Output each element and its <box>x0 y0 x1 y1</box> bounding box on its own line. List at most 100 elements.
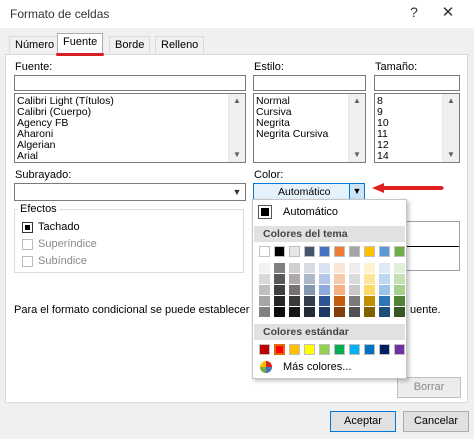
theme-shade-swatch[interactable] <box>319 274 330 284</box>
tab-fuente[interactable]: Fuente <box>57 33 104 55</box>
scroll-down-icon[interactable]: ▼ <box>443 148 459 162</box>
cancel-button[interactable]: Cancelar <box>403 411 469 432</box>
theme-shade-swatch[interactable] <box>274 285 285 295</box>
theme-shade-swatch[interactable] <box>364 285 375 295</box>
color-select[interactable]: Automático ▼ <box>253 183 365 200</box>
scroll-down-icon[interactable]: ▼ <box>229 148 245 162</box>
theme-shade-swatch[interactable] <box>259 307 270 317</box>
theme-shade-swatch[interactable] <box>289 274 300 284</box>
standard-color-swatch[interactable] <box>379 344 390 355</box>
standard-color-swatch[interactable] <box>289 344 300 355</box>
size-list-scrollbar[interactable]: ▲ ▼ <box>442 94 459 162</box>
theme-shade-swatch[interactable] <box>394 285 405 295</box>
style-list-scrollbar[interactable]: ▲ ▼ <box>348 94 365 162</box>
scroll-up-icon[interactable]: ▲ <box>349 94 365 108</box>
superscript-checkbox[interactable] <box>22 239 33 250</box>
more-colors-link[interactable]: Más colores... <box>283 361 351 373</box>
theme-shade-swatch[interactable] <box>364 307 375 317</box>
theme-shade-swatch[interactable] <box>334 285 345 295</box>
chevron-down-icon[interactable]: ▼ <box>349 184 364 199</box>
theme-shade-swatch[interactable] <box>319 285 330 295</box>
scroll-up-icon[interactable]: ▲ <box>229 94 245 108</box>
theme-color-swatch[interactable] <box>319 246 330 257</box>
list-item[interactable]: Algerian <box>15 140 245 151</box>
list-item[interactable]: Arial <box>15 151 245 162</box>
theme-color-swatch[interactable] <box>394 246 405 257</box>
theme-color-swatch[interactable] <box>364 246 375 257</box>
theme-color-swatch[interactable] <box>274 246 285 257</box>
theme-shade-swatch[interactable] <box>394 274 405 284</box>
theme-shade-swatch[interactable] <box>304 263 315 273</box>
underline-select[interactable]: ▼ <box>14 183 246 201</box>
tab-numero[interactable]: Número <box>9 36 61 53</box>
theme-shade-swatch[interactable] <box>334 296 345 306</box>
theme-shade-swatch[interactable] <box>259 274 270 284</box>
theme-shade-swatch[interactable] <box>304 296 315 306</box>
theme-shade-swatch[interactable] <box>259 285 270 295</box>
close-button[interactable]: ✕ <box>436 3 460 23</box>
theme-color-swatch[interactable] <box>304 246 315 257</box>
standard-color-swatch[interactable] <box>364 344 375 355</box>
theme-shade-swatch[interactable] <box>334 307 345 317</box>
standard-color-swatch[interactable] <box>273 343 286 356</box>
standard-color-swatch[interactable] <box>349 344 360 355</box>
theme-color-swatch[interactable] <box>379 246 390 257</box>
theme-shade-swatch[interactable] <box>364 296 375 306</box>
subscript-checkbox[interactable] <box>22 256 33 267</box>
theme-shade-swatch[interactable] <box>274 274 285 284</box>
theme-shade-swatch[interactable] <box>259 263 270 273</box>
theme-shade-swatch[interactable] <box>349 296 360 306</box>
style-input[interactable] <box>253 75 366 91</box>
chevron-down-icon[interactable]: ▼ <box>229 184 245 200</box>
size-input[interactable] <box>374 75 460 91</box>
standard-color-swatch[interactable] <box>394 344 405 355</box>
theme-shade-swatch[interactable] <box>394 307 405 317</box>
theme-shade-swatch[interactable] <box>274 263 285 273</box>
scroll-down-icon[interactable]: ▼ <box>349 148 365 162</box>
theme-shade-swatch[interactable] <box>379 296 390 306</box>
automatic-color-label[interactable]: Automático <box>283 206 338 218</box>
theme-color-swatch[interactable] <box>259 246 270 257</box>
theme-shade-swatch[interactable] <box>319 263 330 273</box>
theme-color-swatch[interactable] <box>289 246 300 257</box>
standard-color-swatch[interactable] <box>259 344 270 355</box>
theme-shade-swatch[interactable] <box>289 307 300 317</box>
help-button[interactable]: ? <box>404 4 424 24</box>
standard-color-swatch[interactable] <box>304 344 315 355</box>
font-list[interactable]: Calibri Light (Títulos) Calibri (Cuerpo)… <box>14 93 246 163</box>
theme-shade-swatch[interactable] <box>349 307 360 317</box>
theme-shade-swatch[interactable] <box>319 307 330 317</box>
theme-shade-swatch[interactable] <box>304 307 315 317</box>
theme-shade-swatch[interactable] <box>379 285 390 295</box>
theme-shade-swatch[interactable] <box>289 296 300 306</box>
theme-shade-swatch[interactable] <box>289 263 300 273</box>
theme-shade-swatch[interactable] <box>274 307 285 317</box>
theme-shade-swatch[interactable] <box>304 285 315 295</box>
theme-shade-swatch[interactable] <box>289 285 300 295</box>
font-input[interactable] <box>14 75 246 91</box>
theme-shade-swatch[interactable] <box>334 274 345 284</box>
theme-shade-swatch[interactable] <box>394 263 405 273</box>
standard-color-swatch[interactable] <box>319 344 330 355</box>
font-list-scrollbar[interactable]: ▲ ▼ <box>228 94 245 162</box>
theme-shade-swatch[interactable] <box>349 263 360 273</box>
theme-shade-swatch[interactable] <box>334 263 345 273</box>
tab-borde[interactable]: Borde <box>109 36 151 53</box>
tab-relleno[interactable]: Relleno <box>155 36 205 53</box>
theme-shade-swatch[interactable] <box>394 296 405 306</box>
theme-shade-swatch[interactable] <box>304 274 315 284</box>
scroll-up-icon[interactable]: ▲ <box>443 94 459 108</box>
theme-color-swatch[interactable] <box>334 246 345 257</box>
theme-shade-swatch[interactable] <box>364 274 375 284</box>
theme-shade-swatch[interactable] <box>379 263 390 273</box>
theme-shade-swatch[interactable] <box>379 307 390 317</box>
theme-shade-swatch[interactable] <box>349 285 360 295</box>
theme-shade-swatch[interactable] <box>379 274 390 284</box>
clear-button[interactable]: Borrar <box>397 377 461 398</box>
style-list[interactable]: Normal Cursiva Negrita Negrita Cursiva ▲… <box>253 93 366 163</box>
theme-shade-swatch[interactable] <box>274 296 285 306</box>
theme-shade-swatch[interactable] <box>364 263 375 273</box>
theme-shade-swatch[interactable] <box>349 274 360 284</box>
accept-button[interactable]: Aceptar <box>330 411 396 432</box>
size-list[interactable]: 8 9 10 11 12 14 ▲ ▼ <box>374 93 460 163</box>
